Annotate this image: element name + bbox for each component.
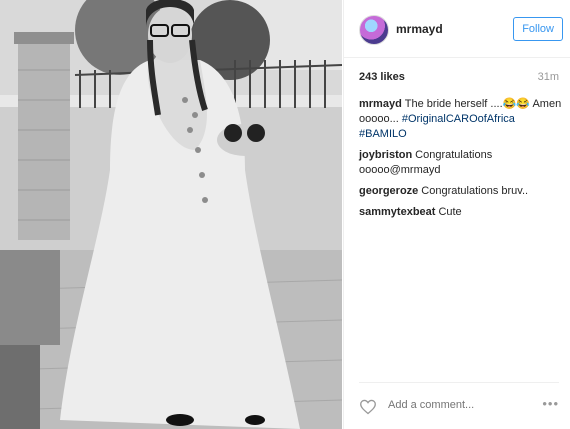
comment-item: sammytexbeat Cute — [359, 205, 564, 220]
hashtag-link[interactable]: #BAMILO — [359, 128, 407, 140]
comments-list: mrmayd The bride herself ....😂😂 Amen oooo… — [359, 97, 564, 226]
username-link[interactable]: mrmayd — [396, 22, 443, 36]
comment-author[interactable]: joybriston — [359, 149, 412, 161]
caption-author[interactable]: mrmayd — [359, 98, 402, 110]
comment-footer: ••• — [359, 382, 559, 429]
post-photo[interactable] — [0, 0, 342, 429]
comment-item: georgeroze Congratulations bruv.. — [359, 184, 564, 199]
heart-icon[interactable] — [359, 399, 377, 415]
more-options-icon[interactable]: ••• — [542, 396, 559, 411]
comment-input[interactable] — [386, 398, 520, 412]
likes-count[interactable]: 243 likes — [359, 71, 405, 83]
comment-author[interactable]: sammytexbeat — [359, 206, 435, 218]
post-detail-panel: mrmayd Follow 243 likes 31m mrmayd The br… — [343, 0, 570, 429]
comment-item: joybriston Congratulations ooooo@mrmayd — [359, 148, 564, 178]
comment-text: Congratulations bruv.. — [421, 185, 529, 197]
avatar[interactable] — [359, 15, 389, 45]
post-timestamp[interactable]: 31m — [538, 71, 559, 83]
post-header: mrmayd Follow — [344, 0, 570, 58]
caption: mrmayd The bride herself ....😂😂 Amen oooo… — [359, 97, 564, 142]
comment-text: Cute — [438, 206, 462, 218]
follow-button[interactable]: Follow — [513, 17, 563, 41]
likes-row: 243 likes 31m — [359, 71, 559, 83]
hashtag-link[interactable]: #OriginalCAROofAfrica — [402, 113, 515, 125]
comment-author[interactable]: georgeroze — [359, 185, 418, 197]
